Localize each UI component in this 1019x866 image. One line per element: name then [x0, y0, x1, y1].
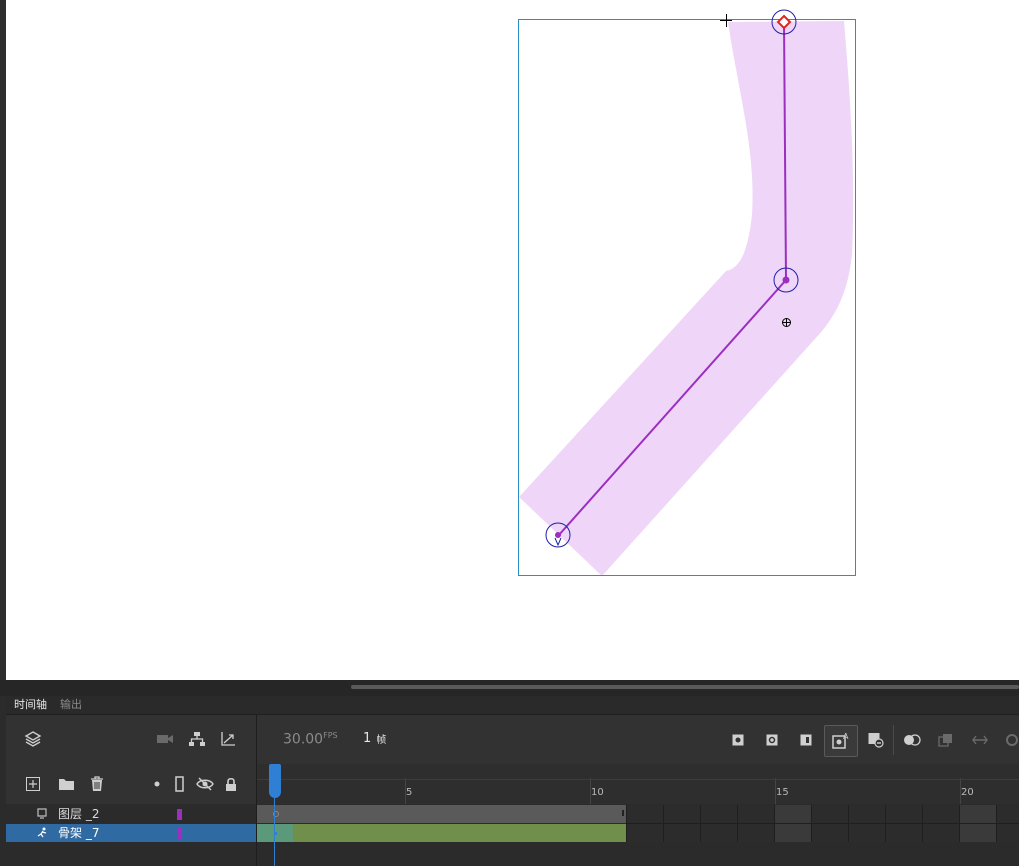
svg-text:A: A: [843, 732, 849, 741]
timeline-toolbar: 30.00FPS 1帧 A: [6, 715, 1019, 764]
ruler-label-10: 10: [591, 787, 604, 798]
edit-multiple-frames-icon[interactable]: [936, 731, 956, 749]
lock-icon[interactable]: [222, 774, 240, 794]
frame-grid: [626, 805, 1019, 842]
insert-keyframe-icon[interactable]: [728, 731, 748, 749]
parenting-icon[interactable]: [186, 729, 208, 749]
timeline-empty-area[interactable]: [257, 842, 1019, 866]
layer-name: 骨架 _7: [58, 826, 100, 840]
layer-tools: [6, 764, 256, 804]
ruler-label-5: 5: [406, 787, 413, 798]
layer-color-swatch: [177, 828, 182, 839]
insert-blank-keyframe-icon[interactable]: [762, 731, 782, 749]
outline-icon[interactable]: [171, 774, 187, 794]
armature-icon: [36, 824, 48, 842]
ruler-label-15: 15: [776, 787, 789, 798]
camera-icon[interactable]: [154, 729, 176, 749]
frame-ruler[interactable]: 5 10 15 20: [257, 764, 1019, 804]
insert-frame-icon[interactable]: [796, 731, 816, 749]
fps-display[interactable]: 30.00FPS: [283, 731, 338, 748]
fps-unit: FPS: [323, 731, 338, 740]
playhead[interactable]: [269, 764, 281, 798]
tab-output[interactable]: 输出: [55, 696, 87, 714]
layer-row-selected[interactable]: 骨架 _7: [6, 824, 256, 842]
current-frame-display[interactable]: 1帧: [363, 731, 386, 746]
panel-tabs: 时间轴 输出: [6, 696, 1019, 715]
stage-artwork: [518, 9, 856, 576]
toolbar-separator-2: [893, 725, 894, 755]
layer-color-swatch: [177, 809, 182, 820]
tail-marker-icon: [554, 537, 562, 547]
frame-unit: 帧: [376, 735, 387, 746]
layers-icon[interactable]: [22, 728, 44, 750]
joint-middle-dot: [782, 276, 790, 284]
transform-point-icon[interactable]: [782, 318, 791, 327]
layer-name: 图层 _2: [58, 807, 100, 821]
new-layer-icon[interactable]: [24, 774, 42, 794]
auto-keyframe-icon[interactable]: A: [824, 725, 858, 757]
playhead-line: [274, 798, 275, 866]
delete-icon[interactable]: [87, 774, 107, 794]
layer-icon: [36, 805, 48, 823]
loop-icon[interactable]: [970, 731, 990, 749]
joint-tail-dot: [555, 532, 561, 538]
toolbar-separator: [256, 715, 257, 764]
tab-timeline[interactable]: 时间轴: [9, 696, 52, 714]
more-icon[interactable]: [1002, 731, 1019, 749]
new-folder-icon[interactable]: [56, 774, 76, 794]
onion-skin-icon[interactable]: [902, 731, 922, 749]
armature-shape[interactable]: [519, 21, 854, 576]
end-frame-marker: [622, 810, 624, 816]
fps-value: 30.00: [283, 731, 324, 748]
dot-icon[interactable]: [149, 776, 165, 792]
graph-icon[interactable]: [217, 729, 239, 749]
hide-icon[interactable]: [194, 774, 216, 794]
pose-span[interactable]: [257, 824, 626, 842]
layer-row[interactable]: 图层 _2: [6, 805, 256, 823]
current-frame-value: 1: [363, 731, 372, 746]
horizontal-scrollbar[interactable]: [351, 685, 1019, 689]
stage-canvas[interactable]: [6, 0, 1019, 680]
remove-frame-icon[interactable]: [866, 731, 886, 749]
ruler-label-20: 20: [961, 787, 974, 798]
frame-span[interactable]: [257, 805, 626, 823]
ruler-baseline: [257, 779, 1019, 780]
